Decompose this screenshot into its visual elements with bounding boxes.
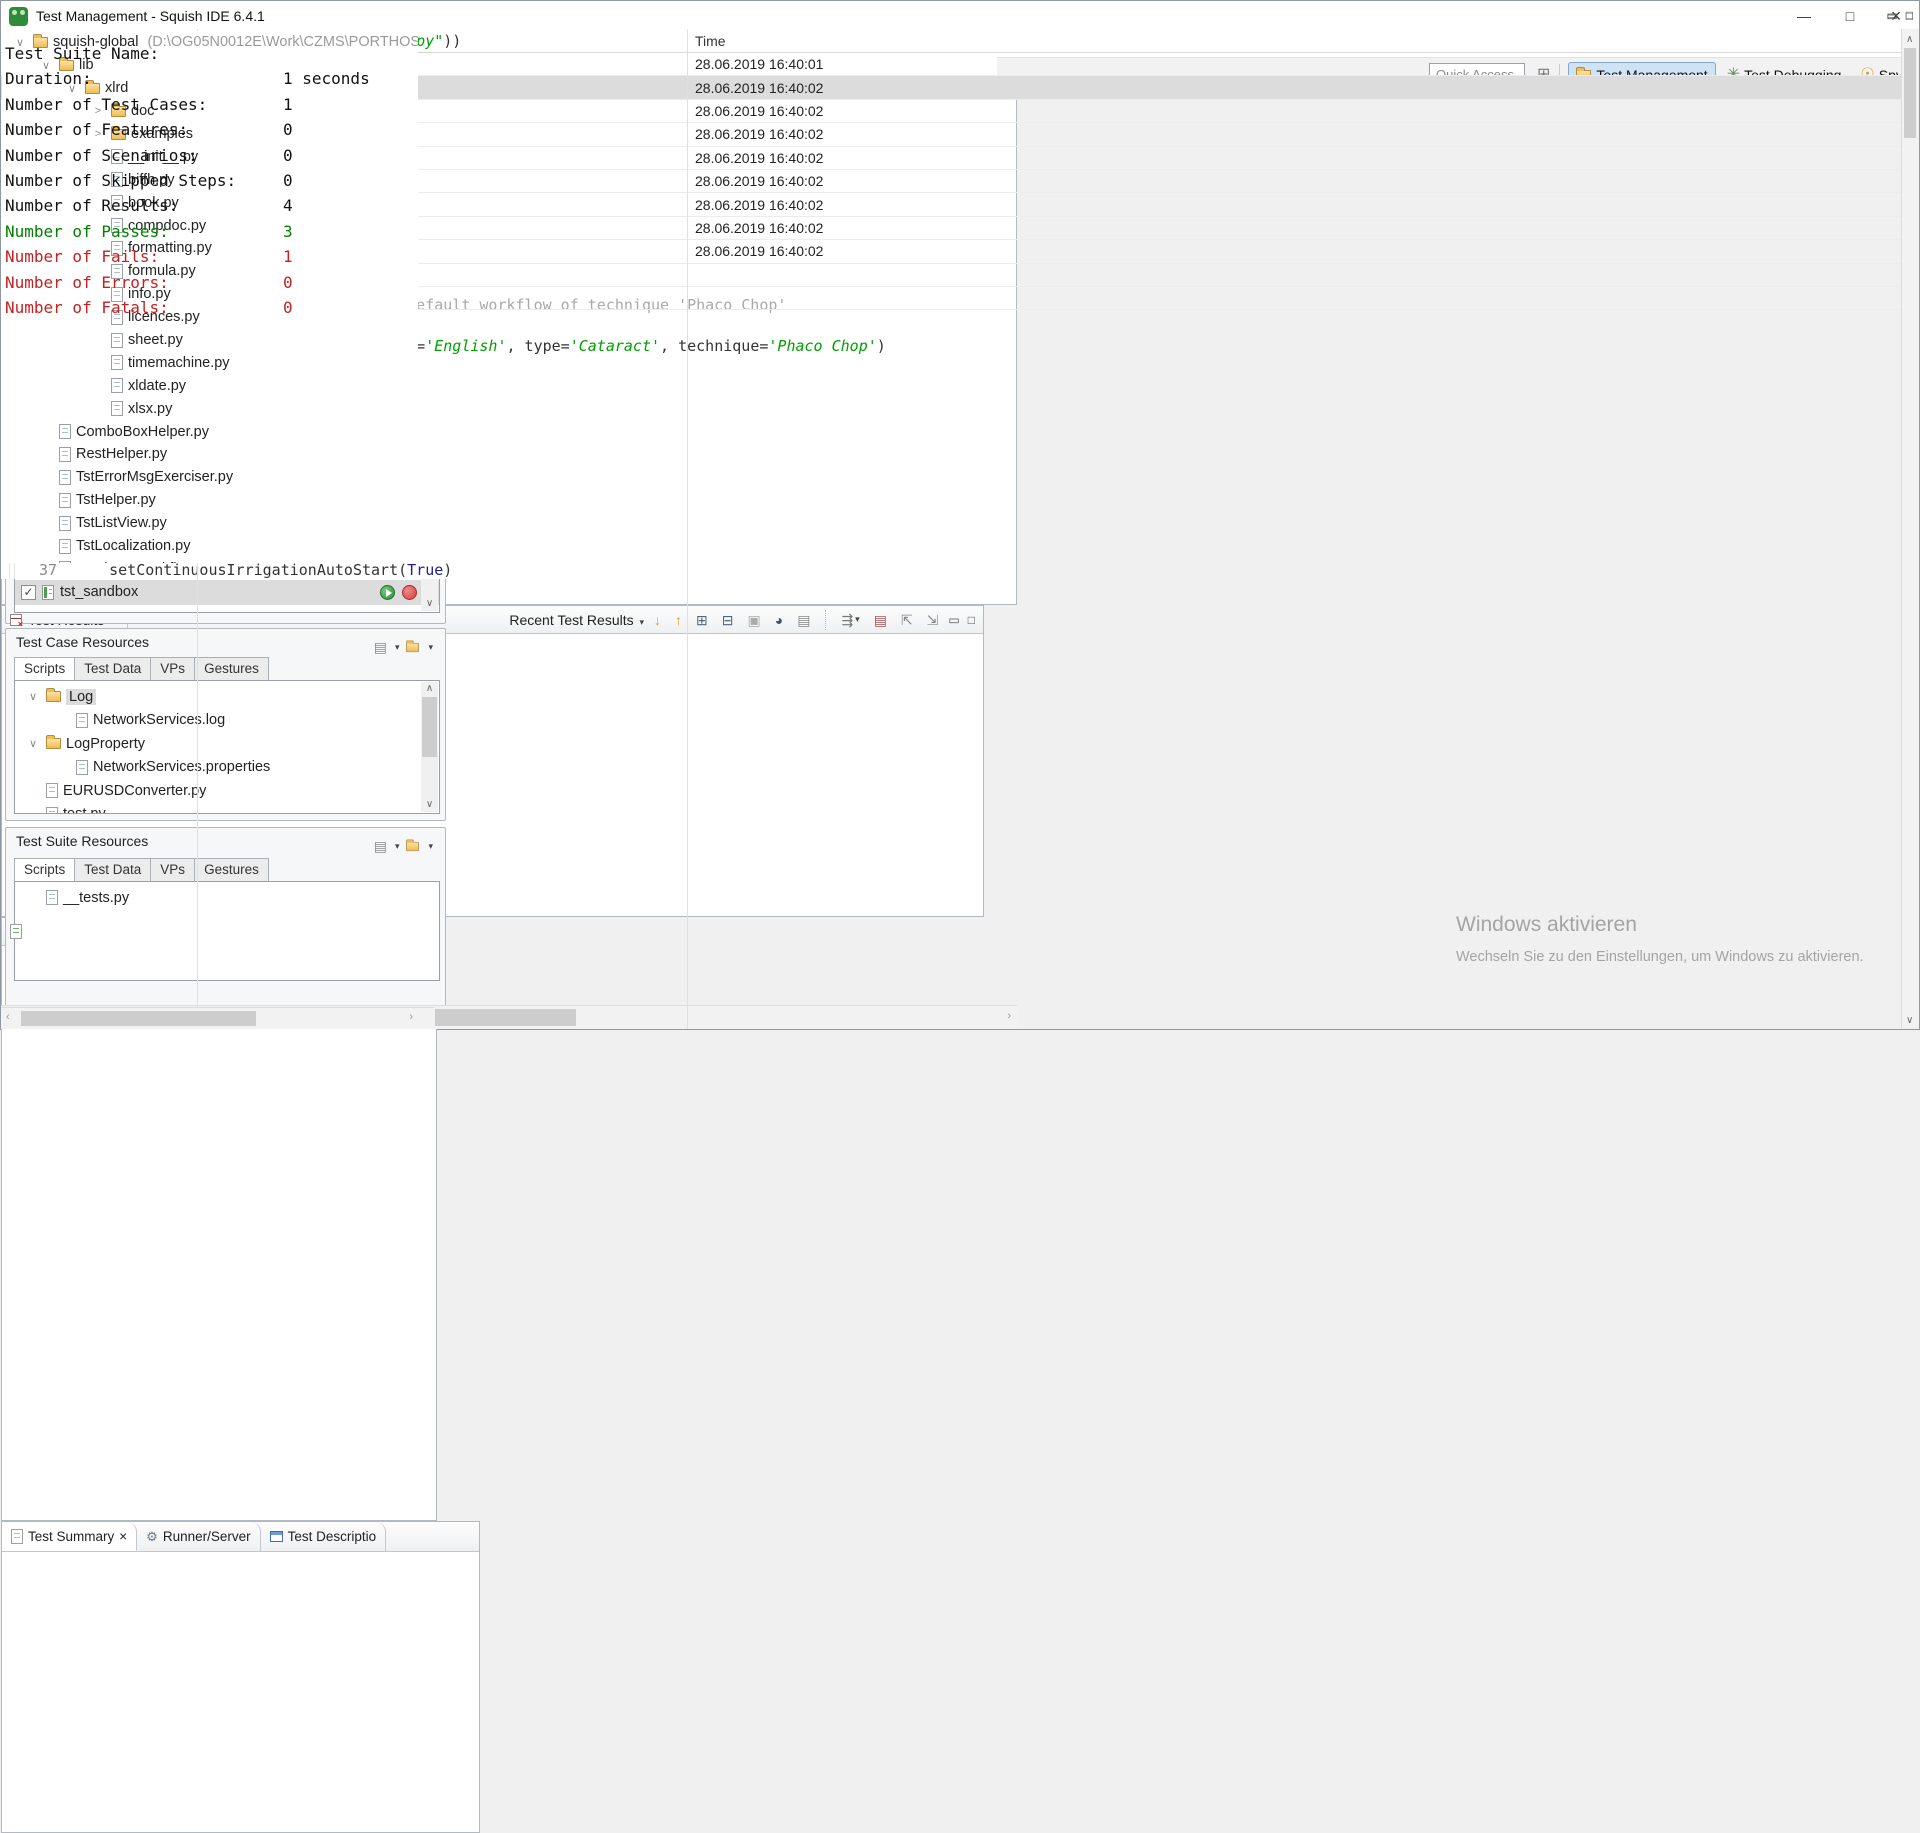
summary-label: Number of Scenarios: xyxy=(5,143,283,168)
summary-row: Number of Results:4 xyxy=(5,193,1899,218)
summary-label: Number of Test Cases: xyxy=(5,92,283,117)
summary-scrollbar[interactable]: ∧ ∨ xyxy=(1901,32,1918,1028)
summary-row: Duration:1 seconds xyxy=(5,66,1899,91)
summary-row: Number of Errors:0 xyxy=(5,270,1899,295)
summary-label: Number of Results: xyxy=(5,193,283,218)
summary-row: Test Suite Name: xyxy=(5,41,1899,66)
summary-value: 1 xyxy=(283,244,293,269)
summary-label: Number of Errors: xyxy=(5,270,283,295)
scrollbar-thumb[interactable] xyxy=(1904,48,1916,138)
summary-label: Number of Fails: xyxy=(5,244,283,269)
summary-value: 1 seconds xyxy=(283,66,370,91)
test-summary-tab[interactable]: Test Summary × xyxy=(2,1522,137,1551)
summary-value: 1 xyxy=(283,92,293,117)
runner-server-tab[interactable]: ⚙ Runner/Server xyxy=(137,1522,260,1551)
summary-value: 0 xyxy=(283,168,293,193)
summary-row: Number of Passes:3 xyxy=(5,219,1899,244)
summary-label: Number of Skipped Steps: xyxy=(5,168,283,193)
maximize-button[interactable]: □ xyxy=(1827,1,1873,31)
summary-value: 0 xyxy=(283,143,293,168)
test-description-tab[interactable]: Test Descriptio xyxy=(261,1522,387,1551)
summary-row: Number of Features:0 xyxy=(5,117,1899,142)
test-summary-icon xyxy=(11,1529,23,1544)
minimize-view-icon[interactable]: ▭ xyxy=(1886,9,1897,23)
test-summary-content: Test Suite Name:Duration:1 secondsNumber… xyxy=(5,41,1899,1027)
summary-row: Number of Test Cases:1 xyxy=(5,92,1899,117)
summary-label: Test Suite Name: xyxy=(5,41,283,66)
maximize-view-icon[interactable]: □ xyxy=(1906,9,1913,23)
summary-value: 3 xyxy=(283,219,293,244)
summary-value: 0 xyxy=(283,270,293,295)
scroll-up-icon[interactable]: ∧ xyxy=(1906,34,1913,45)
test-description-icon xyxy=(270,1531,283,1542)
summary-label: Number of Passes: xyxy=(5,219,283,244)
summary-value: 4 xyxy=(283,193,293,218)
summary-value: 0 xyxy=(283,117,293,142)
summary-label: Duration: xyxy=(5,66,283,91)
title-bar: Test Management - Squish IDE 6.4.1 — □ × xyxy=(1,1,1919,31)
summary-label: Number of Fatals: xyxy=(5,295,283,320)
summary-label: Number of Features: xyxy=(5,117,283,142)
minimize-button[interactable]: — xyxy=(1781,1,1827,31)
squish-app-icon xyxy=(9,7,28,26)
squish-ide-window: { "window": {"title": "Test Management -… xyxy=(0,0,1920,1030)
runner-server-icon: ⚙ xyxy=(146,1524,158,1550)
summary-row: Number of Skipped Steps:0 xyxy=(5,168,1899,193)
summary-value: 0 xyxy=(283,295,293,320)
summary-row: Number of Fails:1 xyxy=(5,244,1899,269)
scroll-down-icon[interactable]: ∨ xyxy=(1906,1015,1913,1026)
test-summary-panel: Test Summary × ⚙ Runner/Server Test Desc… xyxy=(1,1521,480,1833)
close-tab-icon[interactable]: × xyxy=(119,1529,127,1544)
window-title: Test Management - Squish IDE 6.4.1 xyxy=(36,8,265,24)
summary-row: Number of Fatals:0 xyxy=(5,295,1899,320)
summary-row: Number of Scenarios:0 xyxy=(5,143,1899,168)
